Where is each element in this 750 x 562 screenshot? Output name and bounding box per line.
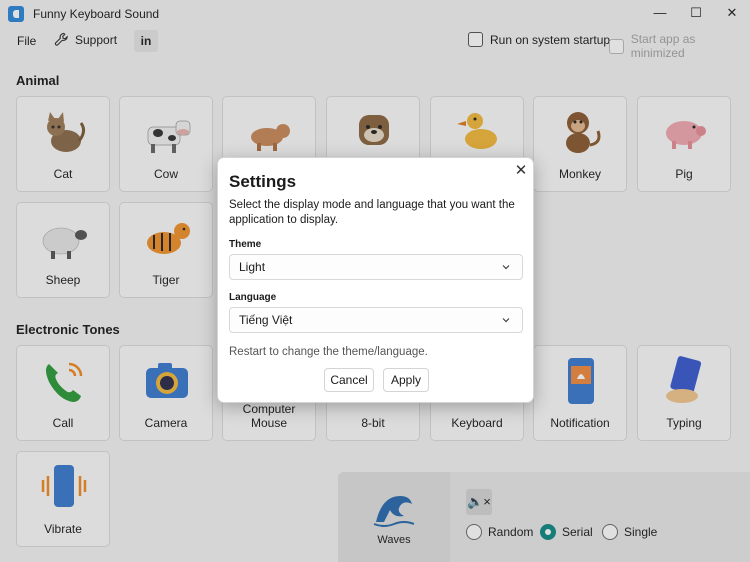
theme-value: Light <box>239 260 266 274</box>
theme-label: Theme <box>229 239 262 250</box>
chevron-down-icon <box>502 318 510 323</box>
chevron-down-icon <box>502 265 510 270</box>
restart-note: Restart to change the theme/language. <box>229 346 428 358</box>
language-label: Language <box>229 292 277 303</box>
settings-dialog: Settings ✕ Select the display mode and l… <box>217 157 534 403</box>
dialog-title: Settings <box>229 172 297 191</box>
dialog-description: Select the display mode and language tha… <box>229 199 515 226</box>
theme-select[interactable]: Light <box>229 254 523 280</box>
close-icon[interactable]: ✕ <box>513 163 529 179</box>
apply-button[interactable]: Apply <box>383 368 429 392</box>
cancel-button[interactable]: Cancel <box>324 368 374 392</box>
language-value: Tiếng Việt <box>239 313 293 327</box>
language-select[interactable]: Tiếng Việt <box>229 307 523 333</box>
